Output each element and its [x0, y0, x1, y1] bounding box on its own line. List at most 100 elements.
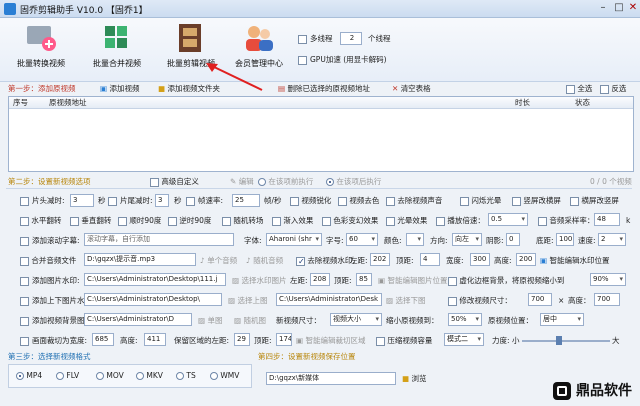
maximize-icon[interactable]: □	[612, 2, 626, 15]
close-icon[interactable]: ✕	[626, 2, 640, 15]
new-size-select[interactable]: 视频大小	[330, 313, 382, 326]
hsplit-checkbox[interactable]: 横屏改竖屏	[570, 196, 619, 206]
save-path-input[interactable]: D:\gqzx\新媒体	[266, 372, 396, 385]
wm-width-input[interactable]: 300	[470, 253, 490, 266]
sharpen-checkbox[interactable]: 视频锐化	[290, 196, 331, 206]
edit-button[interactable]: ✎ 编辑	[230, 177, 254, 187]
smart-edit-button[interactable]: ▣ 智能编辑图片位置	[378, 276, 447, 286]
top-pic-path-input[interactable]: C:\Users\Administrator\Desktop\	[84, 293, 222, 306]
bottom-pic-path-input[interactable]: C:\Users\Administrator\Desk	[276, 293, 382, 306]
rot90cw-checkbox[interactable]: 顺时90度	[118, 216, 161, 226]
delete-selected-button[interactable]: ▤ 删除已选择的原视频地址	[278, 84, 370, 94]
fps-input[interactable]: 25	[232, 194, 260, 207]
strength-slider-track[interactable]	[522, 340, 610, 342]
strength-slider-handle[interactable]	[556, 336, 562, 345]
fps-checkbox[interactable]	[186, 197, 195, 206]
bottom-input[interactable]: 100	[556, 233, 574, 246]
scroll-text-input[interactable]: 滚动字幕，自行添加	[84, 233, 234, 246]
minimize-icon[interactable]: –	[596, 2, 610, 15]
shadow-input[interactable]: 0	[506, 233, 520, 246]
add-video-button[interactable]: ▣ 添加视频	[100, 84, 139, 94]
vsplit-checkbox[interactable]: 竖屏改横屏	[512, 196, 561, 206]
random-pic-button[interactable]: ▨ 随机图	[234, 316, 266, 326]
cover-path-input[interactable]: C:\Users\Administrator\D	[84, 313, 192, 326]
browse-button[interactable]: ■ 浏览	[402, 374, 426, 384]
pic-wm-checkbox[interactable]	[20, 277, 29, 286]
speed-select[interactable]: 0.5	[488, 213, 528, 226]
format-mkv-radio[interactable]: MKV	[136, 371, 163, 381]
scroll-text-checkbox[interactable]	[20, 237, 29, 246]
format-flv-radio[interactable]: FLV	[56, 371, 79, 381]
multithread-checkbox[interactable]	[298, 35, 307, 44]
hflip-checkbox[interactable]: 水平翻转	[20, 216, 61, 226]
crop-checkbox[interactable]	[20, 337, 29, 346]
smart-crop-button[interactable]: ▣ 智能编辑裁切区域	[296, 336, 365, 346]
pic-wm-path-input[interactable]: C:\Users\Administrator\Desktop\111.j	[84, 273, 226, 286]
crop-height-input[interactable]: 411	[144, 333, 166, 346]
format-mp4-radio[interactable]: MP4	[16, 371, 42, 381]
blur-select[interactable]: 90%	[590, 273, 626, 286]
head-trim-input[interactable]: 3	[70, 194, 94, 207]
video-table[interactable]: 序号 原视频地址 时长 状态	[8, 96, 634, 172]
rot90ccw-checkbox[interactable]: 逆时90度	[168, 216, 211, 226]
gpu-checkbox[interactable]	[298, 56, 307, 65]
select-top-button[interactable]: ▨ 选择上图	[228, 296, 267, 306]
blur-checkbox[interactable]: 虚化边框背景，将原视频缩小到	[448, 276, 564, 286]
single-audio-button[interactable]: ♪ 单个音频	[200, 256, 237, 266]
color-shift-checkbox[interactable]: 色彩变幻效果	[322, 216, 378, 226]
resize-checkbox[interactable]: 修改视频尺寸：	[448, 296, 512, 306]
wm-height-input[interactable]: 200	[516, 253, 536, 266]
compress-checkbox[interactable]: 压缩视频容量	[376, 336, 432, 346]
scroll-speed-select[interactable]: 2	[598, 233, 626, 246]
format-mov-radio[interactable]: MOV	[96, 371, 124, 381]
resize-height-input[interactable]: 700	[594, 293, 620, 306]
tool-merge-button[interactable]: 批量合并视频	[86, 22, 148, 69]
sample-rate-checkbox[interactable]: 音频采样率：	[538, 216, 594, 226]
before-radio[interactable]: 在该项前执行	[258, 177, 313, 187]
flash-checkbox[interactable]: 闪烁光晕	[460, 196, 501, 206]
resize-width-input[interactable]: 700	[528, 293, 552, 306]
crop-width-input[interactable]: 685	[92, 333, 114, 346]
format-wmv-radio[interactable]: WMV	[210, 371, 239, 381]
add-folder-button[interactable]: ■ 添加视频文件夹	[158, 84, 220, 94]
after-radio[interactable]: 在该项后执行	[326, 177, 381, 187]
fade-checkbox[interactable]: 渐入效果	[272, 216, 313, 226]
size-select[interactable]: 60	[346, 233, 378, 246]
compress-mode-select[interactable]: 模式二	[444, 333, 484, 346]
select-all-checkbox[interactable]: 全选	[566, 84, 592, 94]
wm-top-input[interactable]: 4	[420, 253, 440, 266]
smart-wm-button[interactable]: ▣ 智能编辑水印位置	[540, 256, 609, 266]
remove-audio-checkbox[interactable]: 去除视频声音	[386, 196, 442, 206]
tail-trim-checkbox[interactable]	[108, 197, 117, 206]
single-pic-button[interactable]: ▨ 单图	[198, 316, 222, 326]
decolor-checkbox[interactable]: 视频去色	[338, 196, 379, 206]
pos-select[interactable]: 居中	[540, 313, 584, 326]
random-audio-button[interactable]: ♪ 随机音频	[246, 256, 283, 266]
cover-checkbox[interactable]	[20, 317, 29, 326]
tail-trim-input[interactable]: 3	[155, 194, 169, 207]
color-picker[interactable]	[406, 233, 424, 246]
head-trim-checkbox[interactable]	[20, 197, 29, 206]
dir-select[interactable]: 向左	[452, 233, 482, 246]
keep-top-input[interactable]: 174	[276, 333, 292, 346]
select-wm-pic-button[interactable]: ▨ 选择水印图片	[232, 276, 286, 286]
advanced-checkbox[interactable]: 高级自定义	[150, 177, 199, 187]
merge-audio-checkbox[interactable]: 合并音频文件	[20, 256, 76, 266]
remove-wm-checkbox[interactable]: 去除视频水印,	[296, 256, 355, 266]
vflip-checkbox[interactable]: 垂直翻转	[70, 216, 111, 226]
pic-left-input[interactable]: 208	[310, 273, 330, 286]
clear-table-button[interactable]: ✕ 清空表格	[392, 84, 431, 94]
shrink-select[interactable]: 50%	[448, 313, 482, 326]
light-checkbox[interactable]: 光晕效果	[386, 216, 427, 226]
pic-top-input[interactable]: 85	[356, 273, 372, 286]
invert-checkbox[interactable]: 反选	[600, 84, 626, 94]
format-ts-radio[interactable]: TS	[176, 371, 196, 381]
speed-checkbox[interactable]: 播放倍速：	[436, 216, 485, 226]
select-bottom-button[interactable]: ▨ 选择下图	[386, 296, 425, 306]
wm-left-input[interactable]: 202	[370, 253, 390, 266]
audio-path-input[interactable]: D:\gqzx\提示音.mp3	[84, 253, 196, 266]
random-transition-checkbox[interactable]: 随机转场	[222, 216, 263, 226]
sample-rate-input[interactable]: 48	[594, 213, 620, 226]
keep-left-input[interactable]: 29	[234, 333, 250, 346]
topbottom-checkbox[interactable]	[20, 297, 29, 306]
